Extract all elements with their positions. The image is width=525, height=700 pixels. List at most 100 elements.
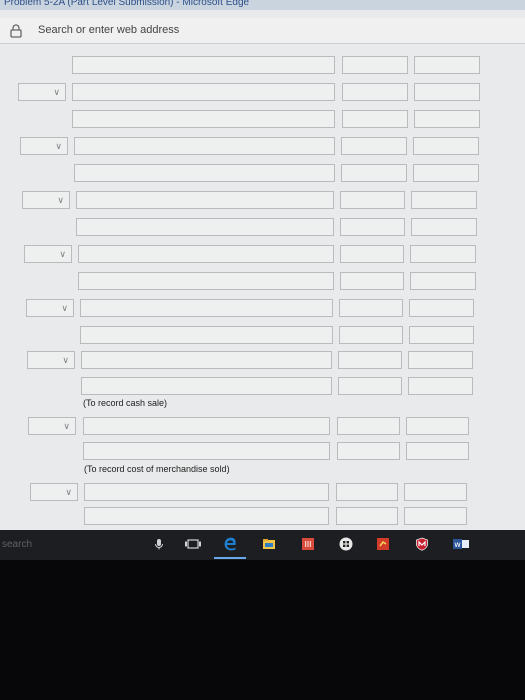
credit-field[interactable] <box>411 191 477 209</box>
credit-field[interactable] <box>414 56 480 74</box>
debit-field[interactable] <box>337 442 400 460</box>
account-title-field[interactable] <box>83 417 330 435</box>
credit-field[interactable] <box>406 442 469 460</box>
debit-field[interactable] <box>340 191 405 209</box>
credit-field[interactable] <box>406 417 469 435</box>
credit-field[interactable] <box>404 507 467 525</box>
account-title-field[interactable] <box>80 326 333 344</box>
credit-field[interactable] <box>409 299 474 317</box>
account-title-field[interactable] <box>84 483 329 501</box>
chevron-down-icon: ∨ <box>59 249 66 259</box>
chevron-down-icon: ∨ <box>53 87 60 97</box>
word-icon[interactable]: w <box>452 537 470 551</box>
debit-field[interactable] <box>339 299 403 317</box>
taskbar: search w <box>0 530 525 560</box>
debit-field[interactable] <box>336 507 398 525</box>
address-input[interactable]: Search or enter web address <box>38 24 179 36</box>
calculator-icon[interactable] <box>339 537 353 551</box>
journal-row <box>0 507 525 527</box>
date-dropdown[interactable]: ∨ <box>18 83 66 101</box>
credit-field[interactable] <box>404 483 467 501</box>
account-title-field[interactable] <box>72 110 335 128</box>
debit-field[interactable] <box>340 218 405 236</box>
credit-field[interactable] <box>413 164 479 182</box>
address-bar[interactable]: Search or enter web address <box>0 18 525 44</box>
chevron-down-icon: ∨ <box>61 303 68 313</box>
account-title-field[interactable] <box>81 377 332 395</box>
task-view-icon[interactable] <box>184 537 202 551</box>
app-icon[interactable] <box>376 537 390 551</box>
debit-field[interactable] <box>342 110 408 128</box>
debit-field[interactable] <box>336 483 398 501</box>
active-app-indicator <box>214 557 246 559</box>
credit-field[interactable] <box>410 245 476 263</box>
account-title-field[interactable] <box>78 245 334 263</box>
account-title-field[interactable] <box>72 56 335 74</box>
journal-row <box>0 377 525 397</box>
credit-field[interactable] <box>409 326 474 344</box>
debit-field[interactable] <box>339 326 403 344</box>
mcafee-icon[interactable] <box>415 537 429 551</box>
date-dropdown[interactable]: ∨ <box>28 417 76 435</box>
chevron-down-icon: ∨ <box>65 487 72 497</box>
cost-of-merchandise-note: (To record cost of merchandise sold) <box>84 464 230 474</box>
account-title-field[interactable] <box>74 164 335 182</box>
chevron-down-icon: ∨ <box>55 141 62 151</box>
edge-icon[interactable] <box>223 537 237 551</box>
debit-field[interactable] <box>340 245 404 263</box>
debit-field[interactable] <box>338 377 402 395</box>
account-title-field[interactable] <box>76 218 334 236</box>
chevron-down-icon: ∨ <box>62 355 69 365</box>
credit-field[interactable] <box>414 110 480 128</box>
debit-field[interactable] <box>338 351 402 369</box>
debit-field[interactable] <box>342 83 408 101</box>
debit-field[interactable] <box>340 272 404 290</box>
journal-row <box>0 164 525 184</box>
credit-field[interactable] <box>408 351 473 369</box>
account-title-field[interactable] <box>76 191 334 209</box>
date-dropdown[interactable]: ∨ <box>27 351 75 369</box>
account-title-field[interactable] <box>78 272 334 290</box>
journal-row: ∨ <box>0 83 525 103</box>
date-dropdown[interactable]: ∨ <box>20 137 68 155</box>
journal-row: ∨ <box>0 417 525 437</box>
cash-sale-note: (To record cash sale) <box>83 398 168 408</box>
journal-row <box>0 218 525 238</box>
credit-field[interactable] <box>413 137 479 155</box>
debit-field[interactable] <box>342 56 408 74</box>
svg-text:w: w <box>454 540 461 549</box>
account-title-field[interactable] <box>72 83 335 101</box>
date-dropdown[interactable]: ∨ <box>26 299 74 317</box>
account-title-field[interactable] <box>74 137 335 155</box>
account-title-field[interactable] <box>83 442 330 460</box>
journal-row <box>0 326 525 346</box>
file-explorer-icon[interactable] <box>262 537 276 551</box>
debit-field[interactable] <box>337 417 400 435</box>
taskbar-search-input[interactable]: search <box>2 539 32 550</box>
journal-row: ∨ <box>0 191 525 211</box>
journal-row: ∨ <box>0 137 525 157</box>
account-title-field[interactable] <box>81 351 332 369</box>
account-title-field[interactable] <box>80 299 333 317</box>
credit-field[interactable] <box>414 83 480 101</box>
journal-entry-form: ∨ ∨ ∨ ∨ ∨ ∨ (To record cash sale) ∨ (To … <box>0 44 525 530</box>
date-dropdown[interactable]: ∨ <box>22 191 70 209</box>
journal-row: ∨ <box>0 351 525 371</box>
account-title-field[interactable] <box>84 507 329 525</box>
credit-field[interactable] <box>410 272 476 290</box>
credit-field[interactable] <box>408 377 473 395</box>
browser-window: Problem 5-2A (Part Level Submission) - M… <box>0 0 525 530</box>
journal-row <box>0 56 525 76</box>
debit-field[interactable] <box>341 137 407 155</box>
journal-row: ∨ <box>0 299 525 319</box>
date-dropdown[interactable]: ∨ <box>24 245 72 263</box>
debit-field[interactable] <box>341 164 407 182</box>
journal-row <box>0 272 525 292</box>
store-icon[interactable] <box>301 537 315 551</box>
chevron-down-icon: ∨ <box>57 195 64 205</box>
microphone-icon[interactable] <box>152 537 166 551</box>
credit-field[interactable] <box>411 218 477 236</box>
date-dropdown[interactable]: ∨ <box>30 483 78 501</box>
journal-row: ∨ <box>0 245 525 265</box>
lock-icon <box>10 24 22 38</box>
